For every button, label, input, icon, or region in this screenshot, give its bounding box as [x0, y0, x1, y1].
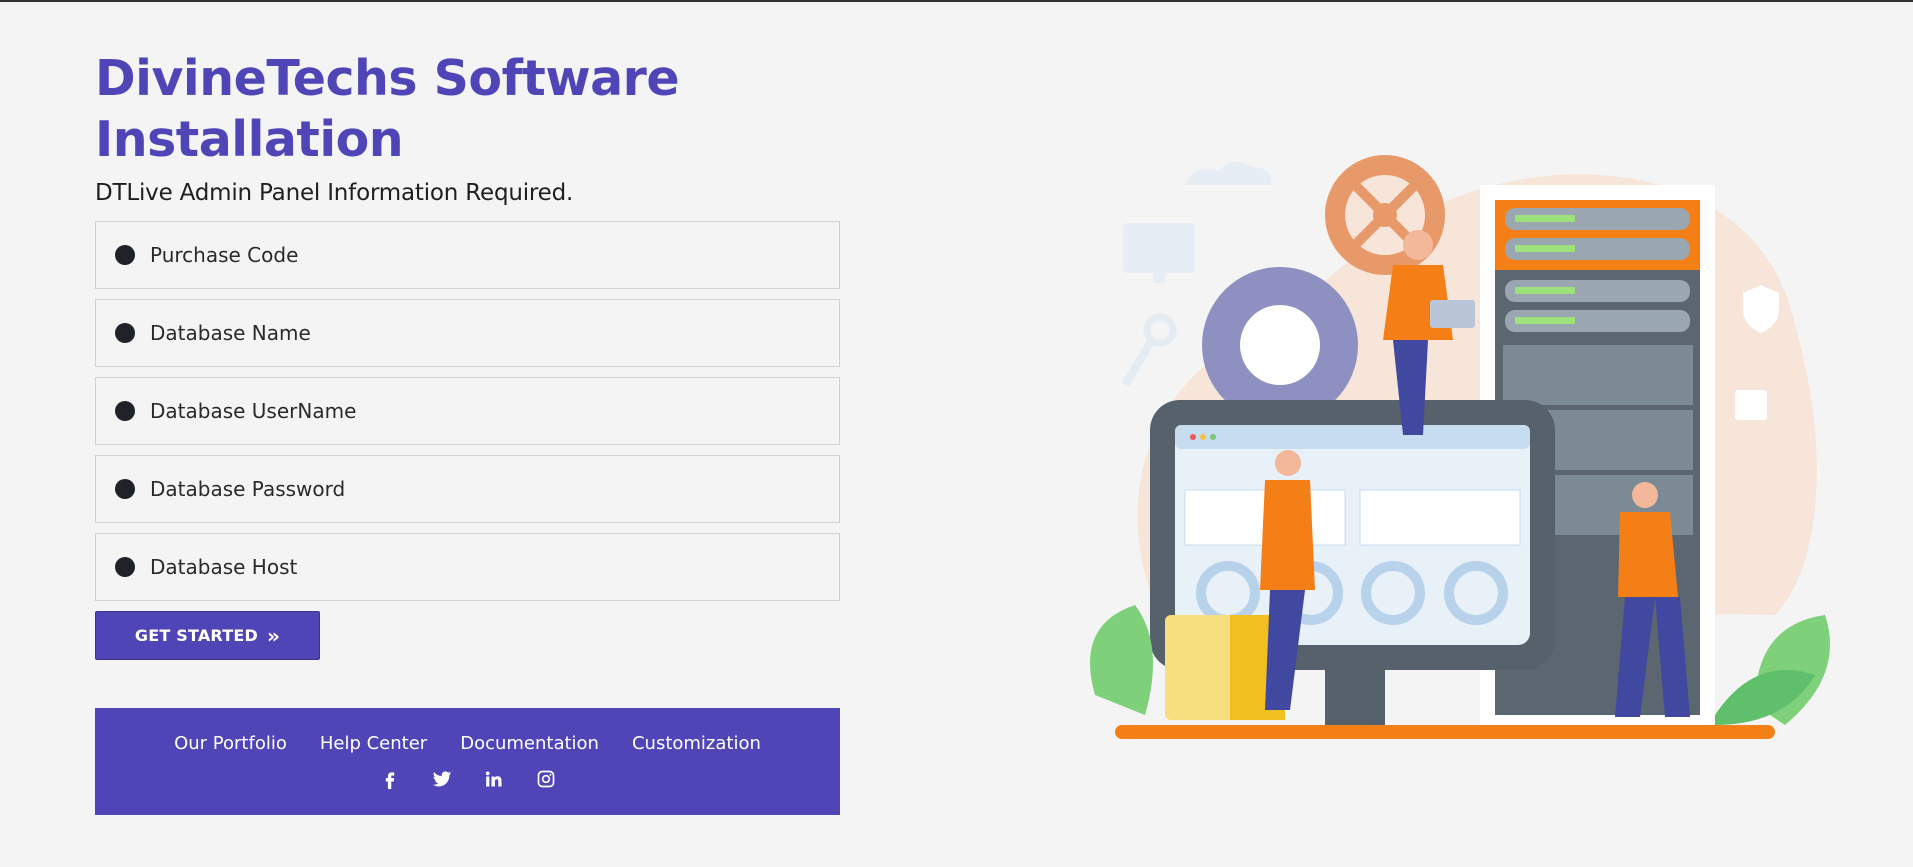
bullet-icon — [115, 245, 135, 265]
field-label: Purchase Code — [150, 243, 299, 267]
instagram-icon[interactable] — [535, 768, 557, 790]
footer: Our Portfolio Help Center Documentation … — [95, 708, 840, 815]
top-border — [0, 0, 1913, 2]
database-username-field[interactable]: Database UserName — [95, 377, 840, 445]
facebook-icon[interactable] — [379, 768, 401, 790]
field-list: Purchase Code Database Name Database Use… — [95, 221, 840, 601]
footer-links: Our Portfolio Help Center Documentation … — [174, 733, 761, 754]
page-title: DivineTechs Software Installation — [95, 50, 680, 168]
installer-panel: DivineTechs Software Installation DTLive… — [95, 48, 840, 815]
database-host-field[interactable]: Database Host — [95, 533, 840, 601]
double-chevron-right-icon: » — [266, 623, 281, 648]
field-label: Database Password — [150, 477, 346, 501]
twitter-icon[interactable] — [431, 768, 453, 790]
linkedin-icon[interactable] — [483, 768, 505, 790]
bullet-icon — [115, 323, 135, 343]
bullet-icon — [115, 401, 135, 421]
social-links — [379, 768, 557, 790]
get-started-button[interactable]: GET STARTED » — [95, 611, 320, 660]
get-started-label: GET STARTED — [134, 626, 258, 645]
purchase-code-field[interactable]: Purchase Code — [95, 221, 840, 289]
footer-link-portfolio[interactable]: Our Portfolio — [174, 733, 287, 754]
footer-link-documentation[interactable]: Documentation — [460, 733, 599, 754]
footer-link-help-center[interactable]: Help Center — [320, 733, 427, 754]
installation-illustration — [1090, 155, 1830, 739]
bullet-icon — [115, 479, 135, 499]
page-subtitle: DTLive Admin Panel Information Required. — [95, 180, 574, 206]
database-name-field[interactable]: Database Name — [95, 299, 840, 367]
field-label: Database Host — [150, 555, 298, 579]
bullet-icon — [115, 557, 135, 577]
footer-link-customization[interactable]: Customization — [632, 733, 761, 754]
field-label: Database Name — [150, 321, 311, 345]
field-label: Database UserName — [150, 399, 357, 423]
database-password-field[interactable]: Database Password — [95, 455, 840, 523]
